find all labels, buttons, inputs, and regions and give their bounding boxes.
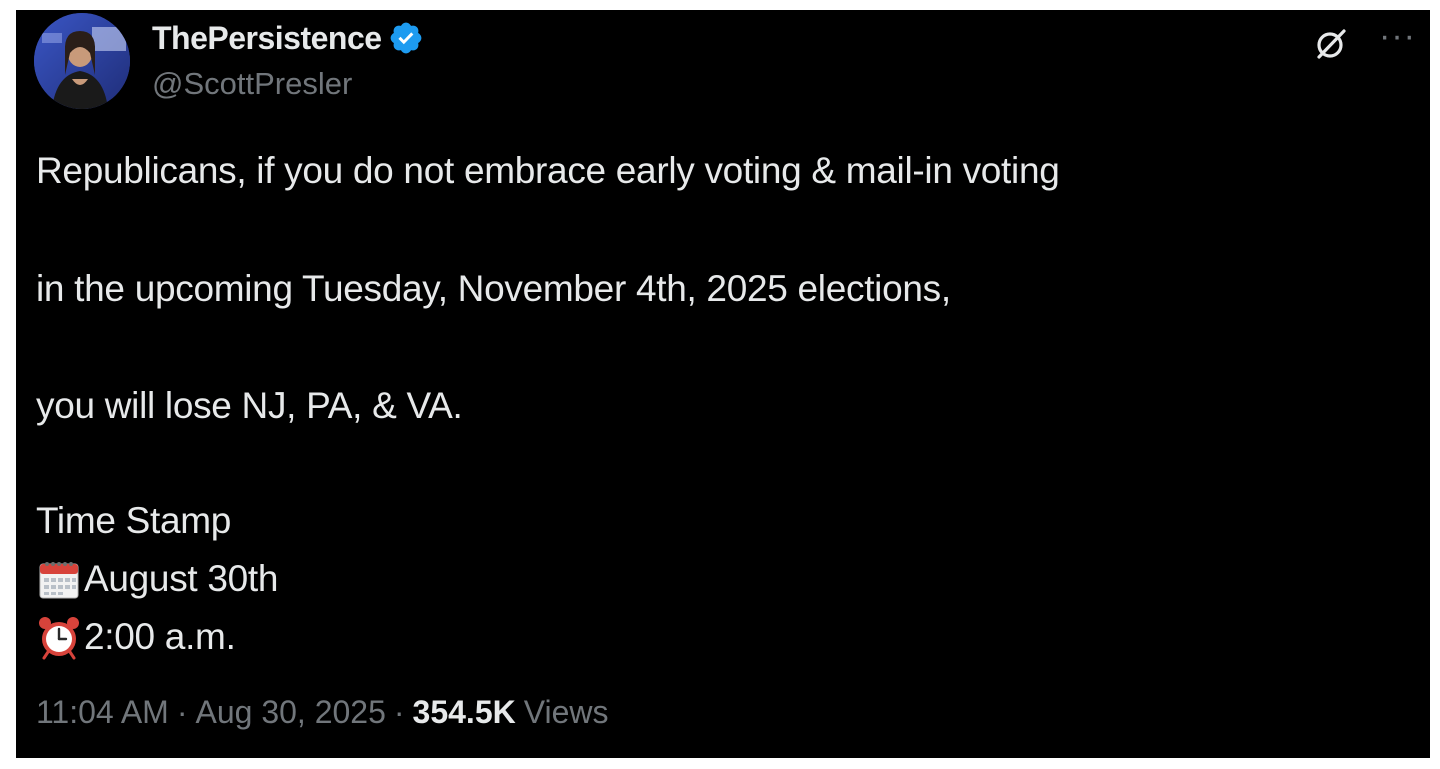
avatar[interactable] bbox=[34, 13, 130, 109]
views-count[interactable]: 354.5K bbox=[413, 694, 516, 731]
tweet-actions: ··· bbox=[1311, 19, 1416, 64]
tweet-text-line-3: you will lose NJ, PA, & VA. bbox=[36, 385, 463, 426]
calendar-emoji-icon bbox=[36, 556, 82, 602]
timestamp-time-text: 2:00 a.m. bbox=[84, 616, 236, 657]
alarm-clock-emoji-icon bbox=[36, 614, 82, 660]
tweet-meta: 11:04 AM · Aug 30, 2025 · 354.5K Views bbox=[36, 694, 609, 731]
verified-badge-icon bbox=[388, 20, 424, 56]
meta-separator: · bbox=[393, 694, 405, 730]
tweet-date[interactable]: Aug 30, 2025 bbox=[195, 694, 385, 731]
author-name-row: ThePersistence bbox=[152, 16, 424, 60]
tweet-text-line-1: Republicans, if you do not embrace early… bbox=[36, 150, 1060, 191]
tweet-text-line-6: 2:00 a.m. bbox=[36, 614, 236, 660]
author-handle[interactable]: @ScottPresler bbox=[152, 66, 352, 102]
display-name[interactable]: ThePersistence bbox=[152, 20, 382, 57]
views-label: Views bbox=[523, 694, 609, 730]
tweet-time[interactable]: 11:04 AM bbox=[36, 694, 169, 731]
tweet-card: ThePersistence @ScottPresler ··· Republi… bbox=[16, 10, 1430, 758]
meta-separator: · bbox=[176, 694, 188, 730]
grok-icon[interactable] bbox=[1311, 24, 1351, 64]
tweet-text-line-2: in the upcoming Tuesday, November 4th, 2… bbox=[36, 268, 951, 309]
more-icon[interactable]: ··· bbox=[1379, 19, 1416, 62]
timestamp-date-text: August 30th bbox=[84, 558, 279, 599]
tweet-text-line-4: Time Stamp bbox=[36, 500, 232, 541]
tweet-text-line-5: August 30th bbox=[36, 556, 278, 602]
avatar-image bbox=[34, 13, 130, 109]
